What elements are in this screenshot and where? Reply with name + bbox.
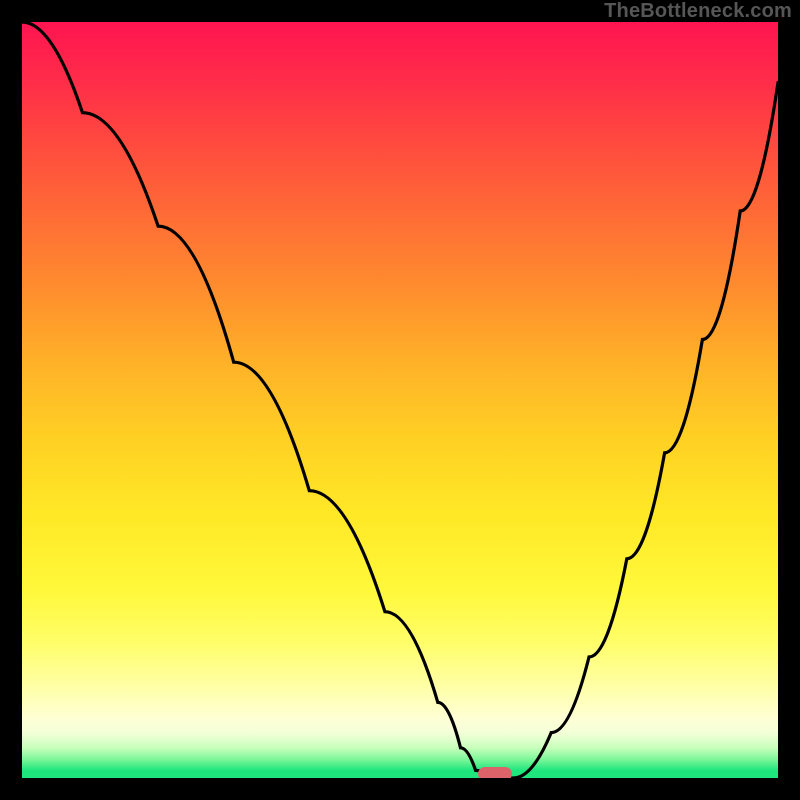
optimal-marker: [478, 767, 512, 778]
watermark-text: TheBottleneck.com: [604, 0, 792, 23]
bottleneck-curve: [22, 22, 778, 778]
plot-area: [22, 22, 778, 778]
curve-layer: [22, 22, 778, 778]
chart-frame: TheBottleneck.com: [0, 0, 800, 800]
